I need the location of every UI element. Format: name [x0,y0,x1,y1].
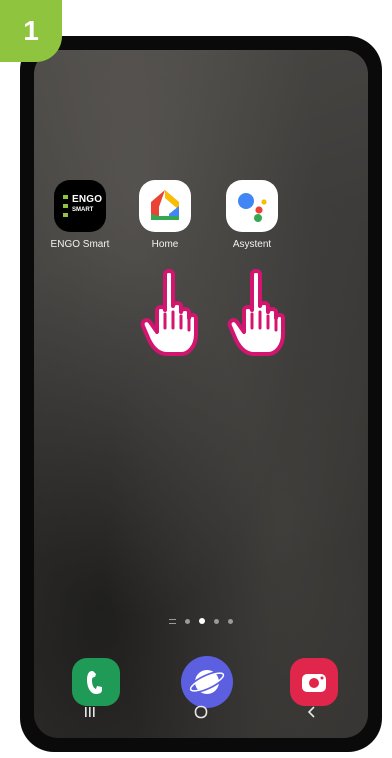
app-google-assistant[interactable]: Asystent [214,180,290,250]
page-dot [228,618,233,624]
app-google-home[interactable]: Home [127,180,203,250]
back-button[interactable] [292,697,332,727]
page-dot [185,618,190,624]
engo-logo-text: ENGO [72,194,103,205]
page-dot-active [199,618,205,624]
phone-frame: ENGO SMART ENGO Smart Home Asystent [20,36,382,752]
app-engo-smart[interactable]: ENGO SMART ENGO Smart [42,180,118,250]
tap-hand-pointer-icon [227,269,285,356]
home-button[interactable] [181,697,221,727]
app-label: ENGO Smart [50,239,110,250]
page-dot [214,618,219,624]
home-circle-icon [194,705,208,719]
recent-apps-button[interactable] [70,697,110,727]
engo-smart-icon: ENGO SMART [54,180,106,232]
navigation-bar [34,686,368,738]
page-indicator[interactable] [34,618,368,624]
step-number-badge: 1 [0,0,62,62]
app-label: Home [151,239,179,250]
tap-hand-pointer-icon [140,269,198,356]
google-assistant-icon [226,180,278,232]
google-home-icon [139,180,191,232]
engo-logo-bars [63,195,68,217]
app-label: Asystent [232,239,272,250]
back-chevron-icon [308,706,315,718]
recent-apps-icon [84,707,95,717]
engo-logo-subtext: SMART [72,207,94,213]
home-screen: ENGO SMART ENGO Smart Home Asystent [34,50,368,738]
page-indicator-lines [169,618,176,624]
